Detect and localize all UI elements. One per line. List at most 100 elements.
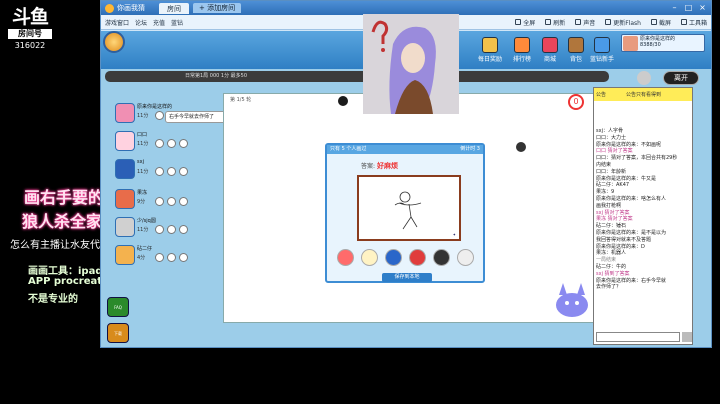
toolbar-item-game-window[interactable]: 游戏窗口	[105, 18, 129, 27]
player-score: 11分	[137, 169, 149, 175]
rose-icon[interactable]	[337, 249, 354, 266]
player-item[interactable]: 果冻 9分	[115, 187, 221, 211]
chat-line: sxj：人字骨	[596, 128, 623, 134]
chat-line: 果冻：9	[596, 189, 615, 196]
toolbox-icon	[680, 19, 687, 25]
egg-icon[interactable]	[361, 249, 378, 266]
gift-icon[interactable]	[179, 197, 188, 206]
send-button[interactable]	[682, 332, 692, 342]
mic-icon[interactable]	[155, 225, 164, 234]
shoe-icon[interactable]	[457, 249, 474, 266]
nav-newbie[interactable]: 蓝钻新手	[589, 37, 615, 63]
trophy-icon	[514, 37, 530, 53]
shop-icon	[542, 37, 558, 53]
chat-line: 砧二仔：锤石	[596, 223, 627, 230]
diamond-icon	[594, 37, 610, 53]
exit-room-button[interactable]: 离开	[663, 71, 699, 85]
chat-line: 我回答得对就来不及答题	[596, 236, 652, 243]
chat-line: 原来你是这样的来：是不是以为	[596, 229, 667, 236]
fullscreen-button[interactable]: 全屏	[515, 18, 535, 27]
mic-icon[interactable]	[155, 253, 164, 262]
flower-icon[interactable]	[167, 225, 176, 234]
mic-icon[interactable]	[155, 167, 164, 176]
toolbar-item-blue-diamond[interactable]: 蓝钻	[171, 18, 183, 27]
add-room-tab[interactable]: + 添加房间	[193, 3, 242, 13]
nav-backpack[interactable]: 背包	[563, 37, 589, 63]
player-item[interactable]: 砧二仔 4分	[115, 243, 221, 267]
chat-input[interactable]	[596, 332, 680, 342]
egg-icon[interactable]	[637, 71, 651, 85]
app-name: 你画我猜	[117, 4, 145, 12]
tab-room[interactable]: 房间	[159, 2, 189, 14]
countdown-badge: 0	[568, 94, 584, 110]
player-avatar	[115, 159, 135, 179]
dialog-header: 只有 5 个人画过 倒计时 3	[327, 145, 483, 154]
nav-leaderboard[interactable]: 排行榜	[509, 37, 535, 63]
room-label: 房间号	[8, 29, 52, 39]
flower-icon[interactable]	[167, 197, 176, 206]
round-indicator: 第 1/5 轮	[230, 97, 252, 103]
player-avatar	[115, 189, 135, 209]
gift-icon[interactable]	[179, 253, 188, 262]
close-icon[interactable]: ×	[698, 4, 707, 12]
player-name: 口口	[137, 132, 148, 138]
chat-line: 一局结束	[596, 257, 617, 264]
download-icon[interactable]: 下载	[107, 323, 129, 343]
drawing-canvas: ✦	[357, 175, 461, 241]
flower-icon[interactable]	[167, 167, 176, 176]
overlay-line-1: 画右手要的	[24, 188, 105, 207]
sketch-figure	[394, 191, 422, 230]
flower-icon[interactable]	[167, 139, 176, 148]
room-info-bar: 日常第1局 000 1分 最多50	[105, 71, 609, 82]
player-name: sxj	[137, 159, 144, 165]
update-flash-button[interactable]: 更新Flash	[605, 18, 641, 27]
chat-line: 砧二仔：牛的	[596, 263, 627, 270]
refresh-button[interactable]: 刷新	[545, 18, 565, 27]
gift-icon[interactable]	[179, 139, 188, 148]
penguin-icon	[336, 94, 350, 108]
player-name: 砧二仔	[137, 246, 153, 252]
camera-icon	[650, 19, 657, 25]
faq-icon[interactable]: FAQ	[107, 297, 129, 317]
toolbox-button[interactable]: 工具箱	[680, 18, 707, 27]
mic-icon[interactable]	[155, 197, 164, 206]
sound-button[interactable]: 声音	[575, 18, 595, 27]
player-item[interactable]: sxj 11分	[115, 157, 221, 181]
nav-shop[interactable]: 商城	[537, 37, 563, 63]
mic-icon[interactable]	[155, 139, 164, 148]
avatar	[623, 36, 638, 51]
toolbar-item-forum[interactable]: 论坛	[135, 18, 147, 27]
tomato-icon[interactable]	[409, 249, 426, 266]
player-avatar	[115, 217, 135, 237]
mic-icon[interactable]	[155, 111, 164, 120]
maximize-icon[interactable]: □	[684, 4, 693, 12]
chat-line: 内结束	[596, 161, 612, 168]
chat-line: 口口：大力士	[596, 134, 627, 141]
player-item[interactable]: 少/sjq圆 11分	[115, 215, 221, 239]
user-profile[interactable]: 原来你是这样的 8388/30	[621, 34, 705, 52]
platform-logo-mark: 斗鱼	[11, 6, 49, 28]
bomb-icon[interactable]	[433, 249, 450, 266]
screenshot-button[interactable]: 截屏	[650, 18, 671, 27]
toolbar-item-recharge[interactable]: 充值	[153, 18, 165, 27]
brand-watermark-icon: ✦	[452, 232, 456, 237]
nav-daily-reward[interactable]: 每日奖励	[477, 37, 503, 63]
answer-word: 好麻烦	[376, 162, 398, 170]
player-score: 4分	[137, 255, 146, 261]
player-score: 11分	[137, 227, 149, 233]
penguin-icon	[514, 140, 528, 154]
gift-icon[interactable]	[179, 225, 188, 234]
gift-icon[interactable]	[179, 167, 188, 176]
update-icon	[605, 19, 612, 25]
refresh-icon	[545, 19, 552, 25]
gift-icon	[482, 37, 498, 53]
player-item[interactable]: 口口 11分	[115, 129, 221, 153]
minimize-icon[interactable]: –	[670, 4, 679, 12]
player-avatar	[115, 245, 135, 265]
flower-icon[interactable]	[167, 253, 176, 262]
dialog-timer: 倒计时 3	[460, 146, 480, 152]
save-to-local-button[interactable]: 保存到本地	[382, 273, 432, 282]
speaker-icon	[575, 19, 582, 25]
player-name: 少/sjq圆	[137, 218, 156, 224]
robot-icon[interactable]	[385, 249, 402, 266]
